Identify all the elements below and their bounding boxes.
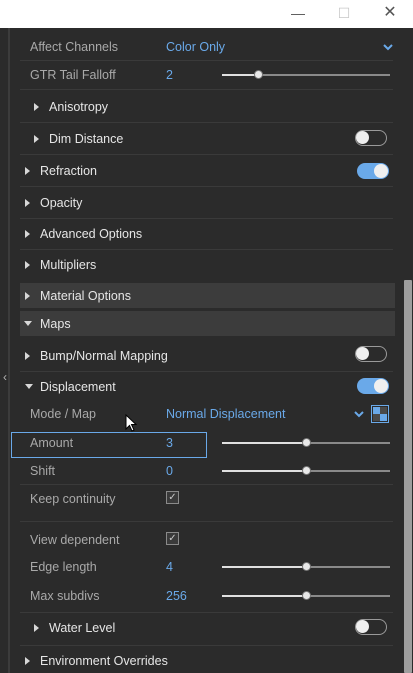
view-dependent-checkbox[interactable]: ✓ xyxy=(166,532,179,545)
expand-icon[interactable] xyxy=(25,352,30,360)
max-subdivs-slider-handle[interactable] xyxy=(302,591,311,600)
amount-slider-fill xyxy=(222,442,307,444)
minimize-icon[interactable]: — xyxy=(275,0,321,28)
divider xyxy=(20,186,393,187)
shift-value[interactable]: 0 xyxy=(166,464,173,478)
mouse-cursor-icon xyxy=(125,413,139,434)
divider xyxy=(20,371,393,372)
gtr-tail-falloff-label: GTR Tail Falloff xyxy=(30,68,116,82)
gtr-tail-falloff-value[interactable]: 2 xyxy=(166,68,173,82)
anisotropy-label[interactable]: Anisotropy xyxy=(49,100,108,114)
expand-icon[interactable] xyxy=(25,167,30,175)
chevron-down-icon[interactable] xyxy=(383,43,393,52)
chevron-down-icon[interactable] xyxy=(354,410,364,419)
shift-slider-handle[interactable] xyxy=(302,466,311,475)
divider xyxy=(20,612,393,613)
expand-icon[interactable] xyxy=(25,657,30,665)
edge-length-slider-handle[interactable] xyxy=(302,562,311,571)
gtr-tail-falloff-slider-handle[interactable] xyxy=(254,70,263,79)
displacement-toggle[interactable] xyxy=(357,378,389,394)
dim-distance-label[interactable]: Dim Distance xyxy=(49,132,123,146)
expand-icon[interactable] xyxy=(25,261,30,269)
material-options-header[interactable]: Material Options xyxy=(20,283,395,308)
edge-length-slider-fill xyxy=(222,566,307,568)
bump-normal-label[interactable]: Bump/Normal Mapping xyxy=(40,349,168,363)
expand-icon[interactable] xyxy=(34,135,39,143)
displacement-label[interactable]: Displacement xyxy=(40,380,116,394)
environment-overrides-label[interactable]: Environment Overrides xyxy=(40,654,168,668)
divider xyxy=(20,484,393,485)
water-level-toggle[interactable] xyxy=(355,619,387,635)
title-bar: — ☐ ✕ xyxy=(0,0,413,28)
close-icon[interactable]: ✕ xyxy=(367,0,413,28)
dim-distance-toggle[interactable] xyxy=(355,130,387,146)
max-subdivs-value[interactable]: 256 xyxy=(166,589,187,603)
amount-slider-handle[interactable] xyxy=(302,438,311,447)
collapse-panel-icon[interactable]: ‹ xyxy=(0,369,10,385)
maps-label[interactable]: Maps xyxy=(40,317,71,331)
expand-icon[interactable] xyxy=(34,103,39,111)
edge-length-value[interactable]: 4 xyxy=(166,560,173,574)
divider xyxy=(20,60,393,61)
amount-label: Amount xyxy=(30,436,74,450)
divider xyxy=(20,218,393,219)
edge-length-label: Edge length xyxy=(30,560,97,574)
scrollbar-thumb[interactable] xyxy=(404,280,412,673)
bump-normal-toggle[interactable] xyxy=(355,346,387,362)
collapse-icon[interactable] xyxy=(24,321,32,326)
panel-left-edge xyxy=(8,28,10,673)
mode-map-value[interactable]: Normal Displacement xyxy=(166,407,285,421)
divider xyxy=(20,249,393,250)
shift-slider-fill xyxy=(222,470,307,472)
collapse-icon[interactable] xyxy=(25,384,33,389)
texture-map-icon[interactable] xyxy=(371,405,389,423)
affect-channels-value[interactable]: Color Only xyxy=(166,40,225,54)
affect-channels-label: Affect Channels xyxy=(30,40,119,54)
max-subdivs-slider-fill xyxy=(222,595,307,597)
mode-map-label: Mode / Map xyxy=(30,407,97,421)
view-dependent-label: View dependent xyxy=(30,533,120,547)
maps-header[interactable]: Maps xyxy=(20,311,395,336)
refraction-label[interactable]: Refraction xyxy=(40,164,97,178)
advanced-options-label[interactable]: Advanced Options xyxy=(40,227,142,241)
divider xyxy=(20,521,393,522)
expand-icon[interactable] xyxy=(34,624,39,632)
expand-icon[interactable] xyxy=(25,292,30,300)
keep-continuity-label: Keep continuity xyxy=(30,492,116,506)
amount-value[interactable]: 3 xyxy=(166,436,173,450)
shift-label: Shift xyxy=(30,464,56,478)
expand-icon[interactable] xyxy=(25,230,30,238)
keep-continuity-checkbox[interactable]: ✓ xyxy=(166,491,179,504)
divider xyxy=(20,154,393,155)
max-subdivs-label: Max subdivs xyxy=(30,589,100,603)
opacity-label[interactable]: Opacity xyxy=(40,196,82,210)
refraction-toggle[interactable] xyxy=(357,163,389,179)
divider xyxy=(20,122,393,123)
maximize-icon[interactable]: ☐ xyxy=(321,0,367,28)
material-options-label[interactable]: Material Options xyxy=(40,289,131,303)
multipliers-label[interactable]: Multipliers xyxy=(40,258,96,272)
water-level-label[interactable]: Water Level xyxy=(49,621,115,635)
divider xyxy=(20,645,393,646)
expand-icon[interactable] xyxy=(25,199,30,207)
divider xyxy=(20,89,393,90)
